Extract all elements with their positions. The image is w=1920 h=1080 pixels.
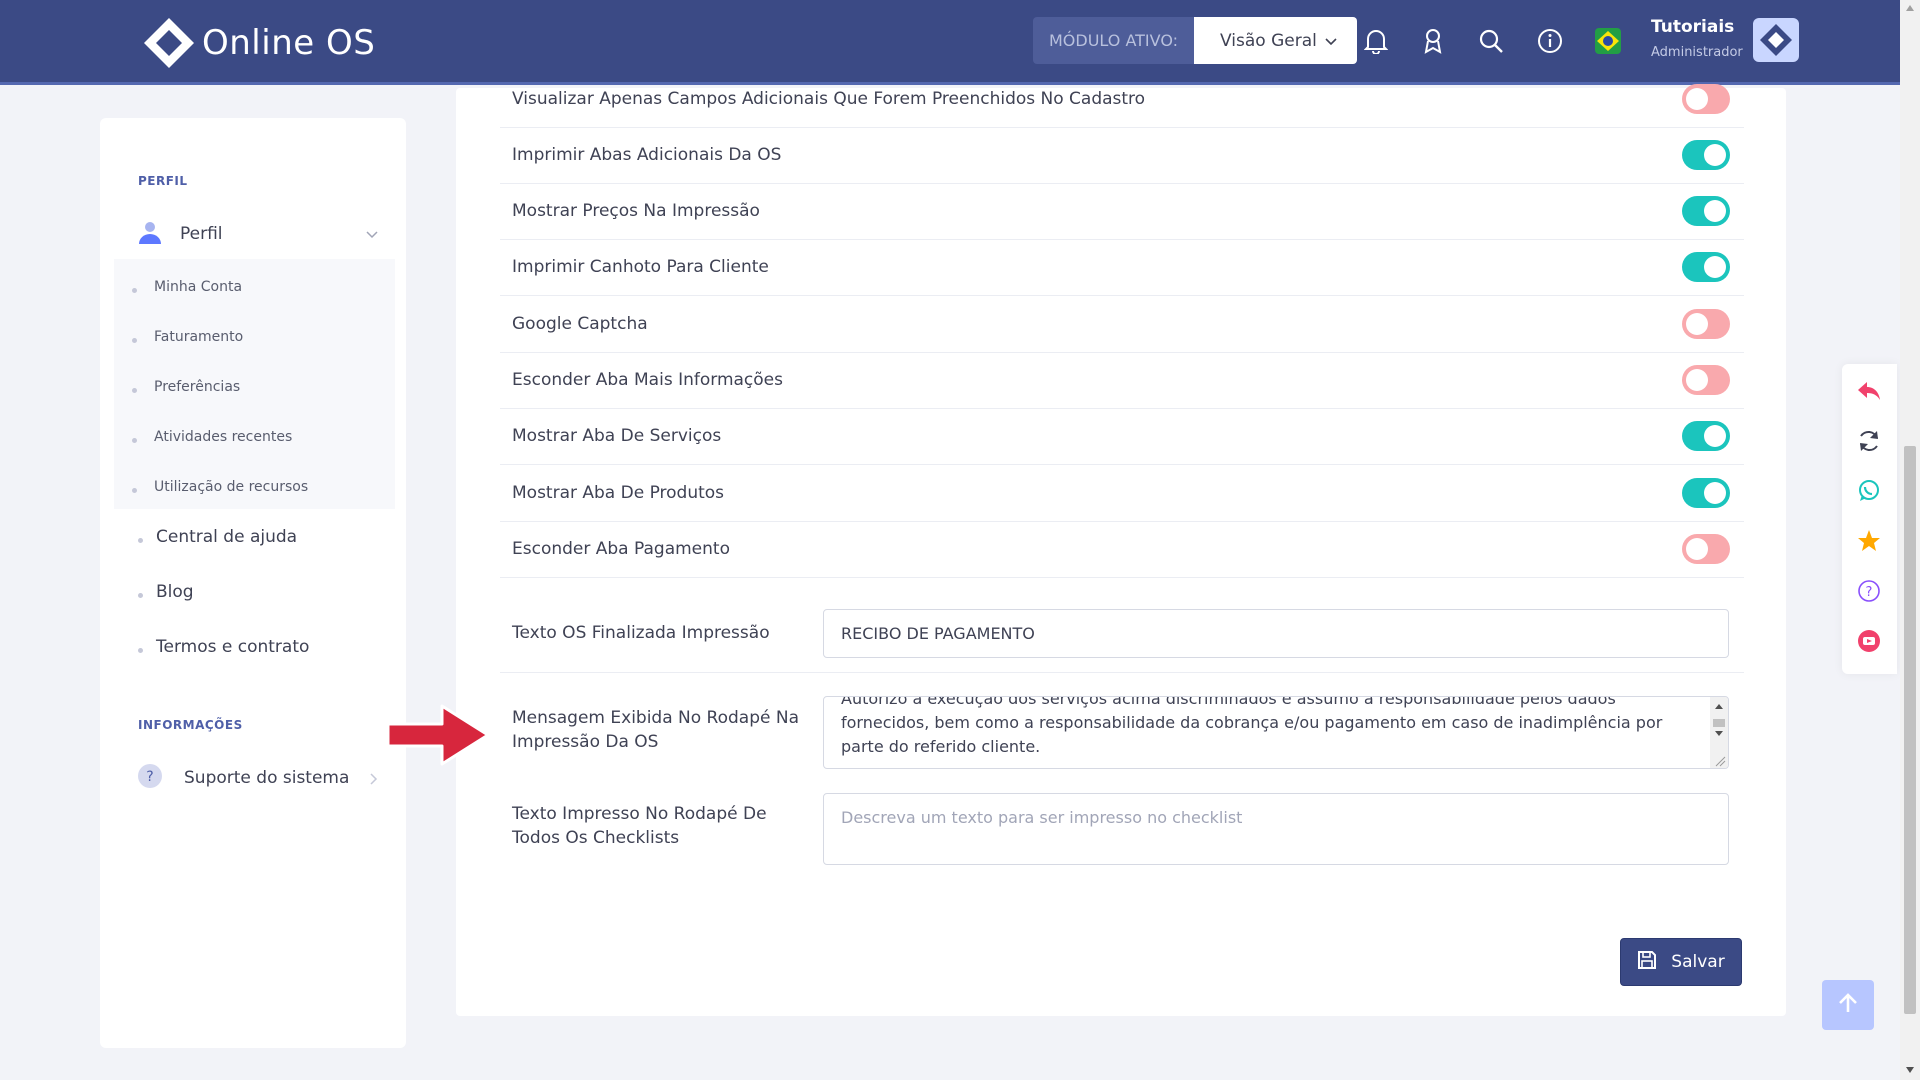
setting-row: Mostrar Preços Na Impressão xyxy=(500,184,1744,240)
floating-toolbar: ? xyxy=(1842,364,1897,674)
setting-toggle[interactable] xyxy=(1682,196,1730,226)
youtube-icon[interactable] xyxy=(1856,628,1882,654)
section-title-profile: PERFIL xyxy=(138,174,188,188)
user-icon xyxy=(138,220,162,248)
info-icon[interactable] xyxy=(1535,26,1565,56)
avatar[interactable] xyxy=(1753,18,1799,62)
chevron-down-icon xyxy=(366,224,378,243)
sidebar-item-help-center[interactable]: Central de ajuda xyxy=(156,527,297,547)
footer-message-textarea[interactable]: Autorizo a execução dos serviços acima d… xyxy=(823,696,1729,769)
user-name[interactable]: Tutoriais xyxy=(1651,17,1734,37)
star-icon[interactable] xyxy=(1856,528,1882,554)
help-icon[interactable]: ? xyxy=(1856,578,1882,604)
chevron-right-icon xyxy=(370,770,378,789)
sidebar-item-label: Perfil xyxy=(180,224,223,244)
footer-message-label: Mensagem Exibida No Rodapé Na Impressão … xyxy=(512,708,800,752)
setting-toggle[interactable] xyxy=(1682,309,1730,339)
row-divider xyxy=(500,633,1744,673)
refresh-icon[interactable] xyxy=(1856,428,1882,454)
sidebar-item-terms[interactable]: Termos e contrato xyxy=(156,637,309,657)
setting-row: Esconder Aba Pagamento xyxy=(500,522,1744,578)
sidebar-item-preferences[interactable]: Preferências xyxy=(154,379,240,395)
arrow-up-icon xyxy=(1837,992,1859,1018)
search-icon[interactable] xyxy=(1476,26,1506,56)
scroll-top-button[interactable] xyxy=(1822,980,1874,1030)
sidebar-item-my-account[interactable]: Minha Conta xyxy=(154,279,242,295)
section-title-info: INFORMAÇÕES xyxy=(138,718,243,732)
setting-row: Imprimir Abas Adicionais Da OS xyxy=(500,128,1744,184)
badge-icon[interactable] xyxy=(1418,26,1448,56)
setting-label: Imprimir Canhoto Para Cliente xyxy=(512,257,769,277)
setting-toggle[interactable] xyxy=(1682,478,1730,508)
red-arrow-icon xyxy=(384,700,494,774)
textarea-scrollbar[interactable] xyxy=(1710,697,1728,768)
app-name: Online OS xyxy=(202,23,376,63)
setting-label: Visualizar Apenas Campos Adicionais Que … xyxy=(512,89,1146,109)
setting-toggle[interactable] xyxy=(1682,84,1730,114)
question-icon: ? xyxy=(138,764,162,792)
setting-row: Visualizar Apenas Campos Adicionais Que … xyxy=(500,72,1744,128)
setting-label: Mostrar Preços Na Impressão xyxy=(512,201,760,221)
bullet-icon xyxy=(132,338,137,343)
checklist-text-label: Texto Impresso No Rodapé De Todos Os Che… xyxy=(512,804,767,848)
settings-panel: Visualizar Apenas Campos Adicionais Que … xyxy=(456,84,1786,1016)
page-scrollbar[interactable] xyxy=(1900,0,1920,1080)
sidebar: PERFIL Perfil Minha Conta Faturamento Pr… xyxy=(100,118,406,1048)
sidebar-item-billing[interactable]: Faturamento xyxy=(154,329,243,345)
setting-label: Mostrar Aba De Serviços xyxy=(512,426,722,446)
svg-text:?: ? xyxy=(146,769,153,785)
save-button[interactable]: Salvar xyxy=(1620,938,1742,986)
sidebar-item-support[interactable]: ? Suporte do sistema xyxy=(138,764,378,792)
bullet-icon xyxy=(138,538,143,543)
floppy-disk-icon xyxy=(1637,950,1657,975)
bell-icon[interactable] xyxy=(1361,26,1391,56)
save-label: Salvar xyxy=(1671,952,1725,972)
setting-row: Google Captcha xyxy=(500,297,1744,353)
bullet-icon xyxy=(132,438,137,443)
logo-diamond-icon xyxy=(142,16,196,70)
bullet-icon xyxy=(132,388,137,393)
user-role: Administrador xyxy=(1651,45,1743,60)
setting-row: Mostrar Aba De Produtos xyxy=(500,466,1744,522)
setting-row: Imprimir Canhoto Para Cliente xyxy=(500,240,1744,296)
setting-label: Mostrar Aba De Produtos xyxy=(512,483,725,503)
setting-toggle[interactable] xyxy=(1682,140,1730,170)
brazil-flag-icon[interactable] xyxy=(1593,26,1623,56)
svg-text:?: ? xyxy=(1866,585,1873,600)
setting-label: Google Captcha xyxy=(512,314,648,334)
chevron-down-icon xyxy=(1325,31,1337,51)
whatsapp-icon[interactable] xyxy=(1856,478,1882,504)
setting-label: Esconder Aba Pagamento xyxy=(512,539,730,559)
sidebar-item-recent-activity[interactable]: Atividades recentes xyxy=(154,429,292,445)
sidebar-item-resource-usage[interactable]: Utilização de recursos xyxy=(154,479,308,495)
scrollbar-thumb[interactable] xyxy=(1904,446,1916,1014)
bullet-icon xyxy=(132,488,137,493)
bullet-icon xyxy=(138,593,143,598)
app-logo[interactable]: Online OS xyxy=(142,16,375,70)
setting-label: Esconder Aba Mais Informações xyxy=(512,370,783,390)
setting-label: Imprimir Abas Adicionais Da OS xyxy=(512,145,782,165)
module-value: Visão Geral xyxy=(1220,30,1317,51)
setting-toggle[interactable] xyxy=(1682,421,1730,451)
reply-icon[interactable] xyxy=(1856,378,1882,404)
module-dropdown[interactable]: Visão Geral xyxy=(1194,17,1358,64)
setting-toggle[interactable] xyxy=(1682,365,1730,395)
checklist-text-textarea[interactable]: Descreva um texto para ser impresso no c… xyxy=(823,793,1729,865)
module-label: MÓDULO ATIVO: xyxy=(1033,17,1195,64)
setting-row: Mostrar Aba De Serviços xyxy=(500,409,1744,465)
setting-toggle[interactable] xyxy=(1682,252,1730,282)
module-selector[interactable]: MÓDULO ATIVO: Visão Geral xyxy=(1033,17,1358,64)
bullet-icon xyxy=(132,288,137,293)
bullet-icon xyxy=(138,648,143,653)
footer-message-text: Autorizo a execução dos serviços acima d… xyxy=(841,696,1663,756)
sidebar-item-blog[interactable]: Blog xyxy=(156,582,194,602)
setting-toggle[interactable] xyxy=(1682,534,1730,564)
sidebar-item-label: Suporte do sistema xyxy=(184,768,350,788)
setting-row: Esconder Aba Mais Informações xyxy=(500,353,1744,409)
sidebar-item-profile[interactable]: Perfil xyxy=(138,220,378,248)
